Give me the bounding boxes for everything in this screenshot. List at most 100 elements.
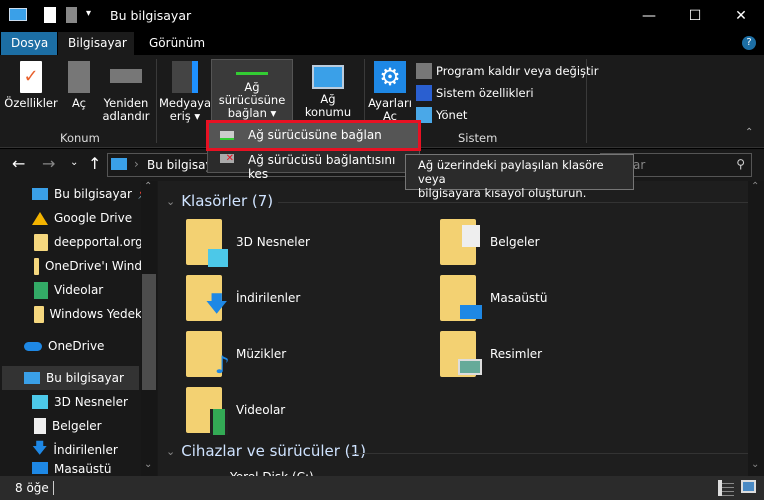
scroll-down-icon[interactable]: ⌄ [144, 459, 152, 470]
folder-desktop[interactable]: Masaüstü [440, 275, 547, 321]
menu-item-disconnect-network-drive[interactable]: ✕ Ağ sürücüsü bağlantısını kes [208, 149, 419, 181]
scroll-thumb[interactable] [142, 274, 156, 390]
manage-button[interactable]: Yönet [416, 104, 598, 126]
breadcrumb-separator-icon: › [134, 157, 139, 171]
divider [278, 202, 748, 203]
folder-icon [34, 257, 39, 275]
computer-icon [111, 158, 127, 170]
status-divider [53, 481, 54, 495]
cube-icon [32, 395, 48, 409]
scroll-up-icon[interactable]: ⌃ [751, 181, 759, 192]
uninstall-icon [416, 63, 432, 79]
properties-qat-icon[interactable] [44, 7, 56, 23]
onedrive-cloud-icon [24, 341, 42, 351]
search-icon: ⚲ [736, 157, 745, 171]
recent-locations-button[interactable]: ⌄ [70, 157, 78, 168]
forward-button[interactable]: → [42, 154, 55, 173]
ribbon-tabs: Dosya Bilgisayar Görünüm ? [0, 32, 764, 55]
network-location-icon [312, 65, 344, 89]
back-button[interactable]: ← [12, 154, 25, 173]
media-access-button[interactable]: Medyaya eriş ▾ [159, 55, 211, 123]
settings-gear-icon: ⚙ [374, 61, 406, 93]
properties-button[interactable]: ✓ Özellikler [4, 55, 58, 110]
up-button[interactable]: ↑ [88, 154, 101, 173]
section-header-folders[interactable]: ⌄ Klasörler (7) [166, 192, 273, 210]
rename-button[interactable]: Yeniden adlandır [101, 55, 151, 123]
video-icon [34, 281, 48, 299]
details-view-icon[interactable] [718, 480, 734, 496]
properties-icon: ✓ [20, 61, 42, 93]
folder-icon [34, 305, 44, 323]
minimize-button[interactable]: — [626, 0, 672, 32]
download-arrow-icon: 🡇 [32, 438, 48, 457]
folder-icon [34, 233, 48, 251]
item-count: 8 öğe [15, 481, 49, 495]
map-drive-dropdown-menu: Ağ sürücüsüne bağlan ✕ Ağ sürücüsü bağla… [206, 120, 421, 181]
large-icons-view-icon[interactable] [741, 480, 756, 493]
folder-documents[interactable]: Belgeler [440, 219, 540, 265]
folder-music[interactable]: ♪ Müzikler [186, 331, 286, 379]
network-drive-icon [236, 72, 268, 75]
document-icon [34, 418, 46, 434]
tab-file[interactable]: Dosya [1, 32, 57, 55]
drive-local-disk-c[interactable]: Yerel Disk (C:) [230, 469, 314, 476]
open-icon [68, 61, 90, 93]
tooltip: Ağ üzerindeki paylaşılan klasöre veya bi… [405, 154, 634, 200]
computer-icon [32, 188, 48, 200]
rename-icon [110, 69, 142, 83]
folder-downloads-icon: 🡇 [186, 275, 228, 321]
tab-view[interactable]: Görünüm [139, 32, 215, 55]
disconnect-drive-icon: ✕ [220, 154, 234, 164]
search-placeholder: ar [633, 158, 646, 172]
menu-item-map-network-drive[interactable]: Ağ sürücüsüne bağlan [206, 120, 421, 151]
media-server-icon [172, 61, 198, 93]
folder-documents-icon [440, 219, 480, 265]
group-label-system: Sistem [458, 131, 498, 145]
folder-3d-objects[interactable]: 3D Nesneler [186, 219, 310, 267]
title-bar: ▾ Bu bilgisayar — ☐ ✕ [0, 0, 764, 32]
computer-icon [9, 8, 27, 21]
new-folder-qat-icon[interactable] [66, 7, 77, 23]
scroll-up-icon[interactable]: ⌃ [144, 181, 152, 192]
divider [348, 453, 748, 454]
content-scrollbar[interactable]: ⌃ ⌄ [748, 181, 764, 476]
folder-music-icon: ♪ [186, 331, 230, 379]
section-header-devices[interactable]: ⌄ Cihazlar ve sürücüler (1) [166, 442, 366, 460]
tab-computer[interactable]: Bilgisayar [58, 32, 134, 55]
qat-dropdown-icon[interactable]: ▾ [86, 8, 91, 19]
folder-3d-icon [186, 219, 228, 267]
scroll-down-icon[interactable]: ⌄ [751, 459, 759, 470]
nav-scrollbar[interactable]: ⌃ ⌄ [141, 181, 157, 476]
folder-pictures-icon [440, 331, 482, 377]
open-settings-button[interactable]: ⚙ Ayarları Aç [368, 55, 412, 123]
open-button[interactable]: Aç [66, 55, 92, 110]
google-drive-icon [32, 211, 48, 225]
uninstall-program-button[interactable]: Program kaldır veya değiştir [416, 60, 598, 82]
status-bar: 8 öğe [0, 476, 764, 500]
navigation-pane: Bu bilgisayar📌 Google Drive deepportal.o… [0, 181, 158, 476]
collapse-ribbon-icon[interactable]: ⌃ [745, 127, 753, 138]
close-button[interactable]: ✕ [718, 0, 764, 32]
content-pane: ⌄ Klasörler (7) 3D Nesneler Belgeler 🡇 İnd… [158, 181, 764, 476]
chevron-down-icon: ⌄ [166, 444, 176, 458]
nav-item-windows-backup[interactable]: Windows Yedek [34, 302, 142, 326]
folder-downloads[interactable]: 🡇 İndirilenler [186, 275, 300, 321]
nav-item-onedrive-windows[interactable]: OneDrive'ı Wind [34, 254, 142, 278]
help-icon[interactable]: ? [742, 36, 756, 50]
maximize-button[interactable]: ☐ [672, 0, 718, 32]
network-drive-icon [220, 131, 234, 140]
folder-desktop-icon [440, 275, 482, 321]
system-properties-icon [416, 85, 432, 101]
desktop-icon [32, 462, 48, 474]
folder-videos[interactable]: Videolar [186, 387, 285, 435]
nav-item-this-pc[interactable]: Bu bilgisayar [2, 366, 139, 390]
chevron-down-icon: ⌄ [166, 194, 176, 208]
folder-pictures[interactable]: Resimler [440, 331, 542, 377]
group-label-location: Konum [60, 131, 100, 145]
map-network-drive-button[interactable]: Ağ sürücüsüne bağlan ▾ [211, 59, 293, 121]
system-properties-button[interactable]: Sistem özellikleri [416, 82, 598, 104]
folder-videos-icon [186, 387, 228, 435]
system-small-buttons: Program kaldır veya değiştir Sistem özel… [416, 60, 598, 126]
separator [586, 59, 587, 143]
computer-icon [24, 372, 40, 384]
